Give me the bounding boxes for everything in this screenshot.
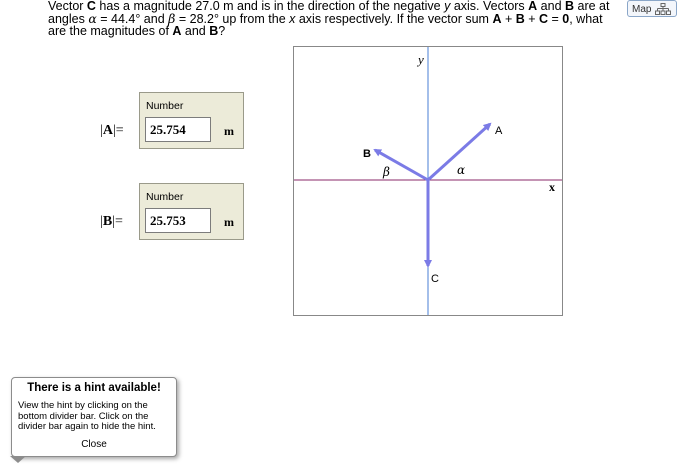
hint-popup: There is a hint available! View the hint… bbox=[11, 377, 177, 457]
beta-angle-label: β bbox=[382, 165, 390, 179]
magnitude-a-unit: m bbox=[224, 124, 234, 138]
alpha-angle-label: α bbox=[457, 163, 465, 177]
hint-title: There is a hint available! bbox=[27, 382, 161, 394]
question-text: Vector C has a magnitude 27.0 m and is i… bbox=[48, 0, 610, 38]
magnitude-b-input[interactable]: 25.753 bbox=[145, 208, 211, 233]
x-axis-label: x bbox=[549, 180, 555, 194]
number-box-a: Number 25.754 bbox=[139, 92, 244, 149]
magnitude-a-input[interactable]: 25.754 bbox=[145, 117, 211, 142]
vector-b-label: B bbox=[363, 148, 371, 160]
map-button[interactable]: Map bbox=[627, 0, 677, 17]
magnitude-b-label: |B|= bbox=[100, 214, 123, 229]
hint-pointer bbox=[10, 456, 26, 463]
vector-a-label: A bbox=[495, 125, 503, 137]
hint-body: View the hint by clicking on the bottom … bbox=[18, 400, 156, 432]
magnitude-a-label: |A|= bbox=[100, 123, 124, 138]
number-box-b-title: Number bbox=[146, 191, 184, 203]
vector-diagram: y x A B C α β bbox=[293, 46, 563, 316]
hint-close-button[interactable]: Close bbox=[12, 439, 176, 450]
magnitude-b-unit: m bbox=[224, 215, 234, 229]
vector-c-label: C bbox=[431, 273, 439, 285]
number-box-b: Number 25.753 bbox=[139, 183, 244, 240]
sitemap-icon bbox=[655, 3, 672, 16]
map-button-label: Map bbox=[632, 4, 652, 15]
y-axis-label: y bbox=[416, 52, 424, 67]
number-box-a-title: Number bbox=[146, 100, 184, 112]
